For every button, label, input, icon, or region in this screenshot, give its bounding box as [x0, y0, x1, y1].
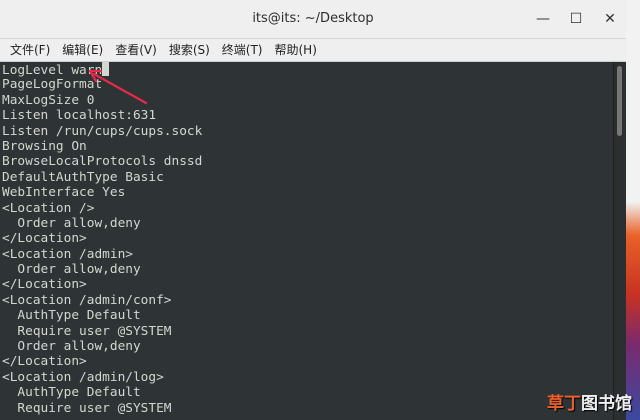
- menu-file[interactable]: 文件(F): [4, 39, 56, 61]
- menu-terminal[interactable]: 终端(T): [216, 39, 269, 61]
- terminal-line: Order allow,deny: [2, 339, 141, 355]
- close-button[interactable]: ✕: [600, 9, 620, 29]
- terminal-line: WebInterface Yes: [2, 185, 126, 201]
- terminal-line: Listen localhost:631: [2, 108, 157, 124]
- terminal-line: Order allow,deny: [2, 262, 141, 278]
- maximize-icon: ☐: [569, 11, 583, 27]
- terminal-line: </Location>: [2, 277, 87, 293]
- watermark-logo: 草丁 图书馆: [547, 389, 632, 414]
- terminal-line: Listen /run/cups/cups.sock: [2, 123, 203, 139]
- menu-help[interactable]: 帮助(H): [269, 39, 323, 61]
- terminal-line: <Location />: [2, 200, 95, 216]
- desktop-background: [626, 0, 640, 420]
- scrollbar-thumb[interactable]: [617, 66, 622, 136]
- terminal-scrollbar[interactable]: [613, 62, 626, 420]
- maximize-button[interactable]: ☐: [566, 9, 586, 29]
- terminal-line-text: LogLevel warn: [2, 63, 103, 78]
- terminal-line: LogLevel warn: [2, 62, 614, 78]
- terminal-line: Browsing On: [2, 138, 87, 154]
- menu-edit[interactable]: 编辑(E): [56, 39, 109, 61]
- menu-bar: 文件(F) 编辑(E) 查看(V) 搜索(S) 终端(T) 帮助(H): [0, 39, 626, 62]
- minimize-button[interactable]: —: [533, 9, 553, 29]
- watermark-text-part1: 草丁: [547, 394, 581, 414]
- terminal-line: </Location>: [2, 354, 87, 370]
- terminal-line: MaxLogSize 0: [2, 92, 95, 108]
- watermark-text-part2: 图书馆: [581, 394, 632, 414]
- terminal-line: Require user @SYSTEM: [2, 323, 172, 339]
- terminal-line: <Location /admin/conf>: [2, 292, 172, 308]
- terminal-line: Order allow,deny: [2, 215, 141, 231]
- terminal-line: </Location>: [2, 231, 87, 247]
- title-bar[interactable]: its@its: ~/Desktop — ☐ ✕: [0, 0, 626, 39]
- minimize-icon: —: [536, 11, 550, 27]
- terminal-line: DefaultAuthType Basic: [2, 169, 164, 185]
- terminal-line: <Location /admin/log>: [2, 369, 164, 385]
- menu-search[interactable]: 搜索(S): [163, 39, 216, 61]
- text-cursor: [102, 62, 110, 76]
- terminal-line: AuthType Default: [2, 385, 141, 401]
- terminal-area[interactable]: LogLevel warn PageLogFormat MaxLogSize 0…: [0, 62, 614, 420]
- terminal-line: AuthType Default: [2, 308, 141, 324]
- terminal-line: PageLogFormat: [2, 77, 103, 93]
- terminal-line: BrowseLocalProtocols dnssd: [2, 154, 203, 170]
- menu-view[interactable]: 查看(V): [109, 39, 163, 61]
- terminal-line: Require user @SYSTEM: [2, 400, 172, 416]
- terminal-line: <Location /admin>: [2, 246, 133, 262]
- close-icon: ✕: [604, 11, 616, 27]
- terminal-window: its@its: ~/Desktop — ☐ ✕ 文件(F) 编辑(E) 查看(…: [0, 0, 626, 420]
